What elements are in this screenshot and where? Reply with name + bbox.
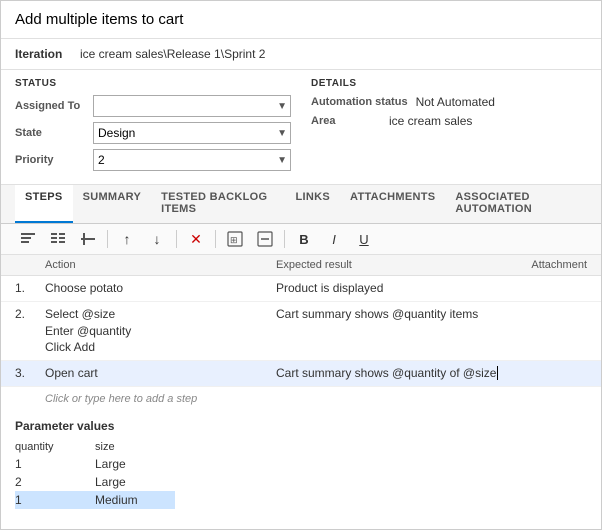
add-shared-step-icon [50,231,66,247]
toolbar-separator-1 [107,230,108,248]
bold-button[interactable]: B [291,228,317,250]
move-down-icon: ↓ [154,231,161,247]
toolbar-separator-4 [284,230,285,248]
iteration-value: ice cream sales\Release 1\Sprint 2 [80,47,265,61]
fields-section: STATUS Assigned To ▼ State Design ▼ [1,70,601,185]
priority-select[interactable]: 2 [93,149,291,171]
italic-button[interactable]: I [321,228,347,250]
tab-associated-automation[interactable]: ASSOCIATED AUTOMATION [445,185,587,223]
col-header-action: Action [45,259,276,271]
toolbar-separator-2 [176,230,177,248]
table-row[interactable]: 2 Large [15,473,175,491]
table-row[interactable]: 1 Large [15,455,175,473]
assigned-to-select[interactable] [93,95,291,117]
step-expected-2: Cart summary shows @quantity items [276,306,507,323]
automation-status-row: Automation status Not Automated [311,95,587,109]
col-header-num [15,259,45,271]
tab-attachments[interactable]: ATTACHMENTS [340,185,445,223]
steps-table-header: Action Expected result Attachment [1,255,601,276]
tab-steps[interactable]: STEPS [15,185,73,223]
tab-summary[interactable]: SUMMARY [73,185,152,223]
priority-label: Priority [15,154,85,166]
status-section-label: STATUS [15,78,291,89]
add-test-step-icon [20,231,36,247]
bold-icon: B [299,232,308,247]
insert-step-button[interactable] [75,228,101,250]
insert-action-param-icon: ⊞ [227,231,243,247]
param-quantity-1: 1 [15,455,95,473]
tabs-bar: STEPS SUMMARY TESTED BACKLOG ITEMS LINKS… [1,185,601,224]
param-quantity-3: 1 [15,491,95,509]
step-expected-1: Product is displayed [276,280,507,297]
add-shared-step-button[interactable] [45,228,71,250]
step-action-2: Select @sizeEnter @quantityClick Add [45,306,276,356]
iteration-label: Iteration [15,47,70,61]
underline-icon: U [359,232,368,247]
insert-expected-param-icon [257,231,273,247]
state-select-wrapper[interactable]: Design ▼ [93,122,291,144]
add-step-hint[interactable]: Click or type here to add a step [1,387,601,411]
parameter-values-table: quantity size 1 Large 2 Large 1 Medium [15,439,175,509]
details-fields: DETAILS Automation status Not Automated … [311,78,587,176]
param-size-2: Large [95,473,175,491]
insert-action-param-button[interactable]: ⊞ [222,228,248,250]
area-label: Area [311,115,381,127]
dialog-title: Add multiple items to cart [1,1,601,39]
table-row[interactable]: 1 Medium [15,491,175,509]
assigned-to-select-wrapper[interactable]: ▼ [93,95,291,117]
delete-button[interactable]: ✕ [183,228,209,250]
move-up-icon: ↑ [124,231,131,247]
parameter-values-title: Parameter values [15,419,587,433]
step-num-1: 1. [15,280,45,295]
step-action-1: Choose potato [45,280,276,297]
toolbar-separator-3 [215,230,216,248]
col-header-expected: Expected result [276,259,507,271]
step-num-2: 2. [15,306,45,321]
priority-row: Priority 2 ▼ [15,149,291,171]
move-down-button[interactable]: ↓ [144,228,170,250]
priority-select-wrapper[interactable]: 2 ▼ [93,149,291,171]
area-value: ice cream sales [389,114,472,128]
parameter-values-section: Parameter values quantity size 1 Large 2… [1,411,601,517]
status-fields: STATUS Assigned To ▼ State Design ▼ [15,78,291,176]
step-action-3: Open cart [45,365,276,382]
param-col-size: size [95,439,175,455]
param-col-quantity: quantity [15,439,95,455]
state-label: State [15,127,85,139]
insert-expected-param-button[interactable] [252,228,278,250]
svg-text:⊞: ⊞ [230,235,238,245]
param-size-1: Large [95,455,175,473]
automation-status-value: Not Automated [416,95,495,109]
table-row[interactable]: 1. Choose potato Product is displayed [1,276,601,302]
dialog: Add multiple items to cart Iteration ice… [0,0,602,530]
underline-button[interactable]: U [351,228,377,250]
add-test-step-button[interactable] [15,228,41,250]
iteration-section: Iteration ice cream sales\Release 1\Spri… [1,39,601,70]
step-num-3: 3. [15,365,45,380]
delete-icon: ✕ [190,231,202,248]
insert-step-icon [80,231,96,247]
table-row[interactable]: 3. Open cart Cart summary shows @quantit… [1,361,601,387]
state-select[interactable]: Design [93,122,291,144]
move-up-button[interactable]: ↑ [114,228,140,250]
table-row[interactable]: 2. Select @sizeEnter @quantityClick Add … [1,302,601,361]
state-row: State Design ▼ [15,122,291,144]
area-row: Area ice cream sales [311,114,587,128]
param-size-3: Medium [95,491,175,509]
step-expected-3: Cart summary shows @quantity of @size [276,365,507,382]
details-section-label: DETAILS [311,78,587,89]
assigned-to-label: Assigned To [15,100,85,112]
italic-icon: I [332,232,336,247]
assigned-to-row: Assigned To ▼ [15,95,291,117]
tab-links[interactable]: LINKS [286,185,341,223]
tab-tested-backlog-items[interactable]: TESTED BACKLOG ITEMS [151,185,285,223]
steps-toolbar: ↑ ↓ ✕ ⊞ B I U [1,224,601,255]
param-quantity-2: 2 [15,473,95,491]
col-header-attachment: Attachment [507,259,587,271]
automation-status-label: Automation status [311,96,408,108]
